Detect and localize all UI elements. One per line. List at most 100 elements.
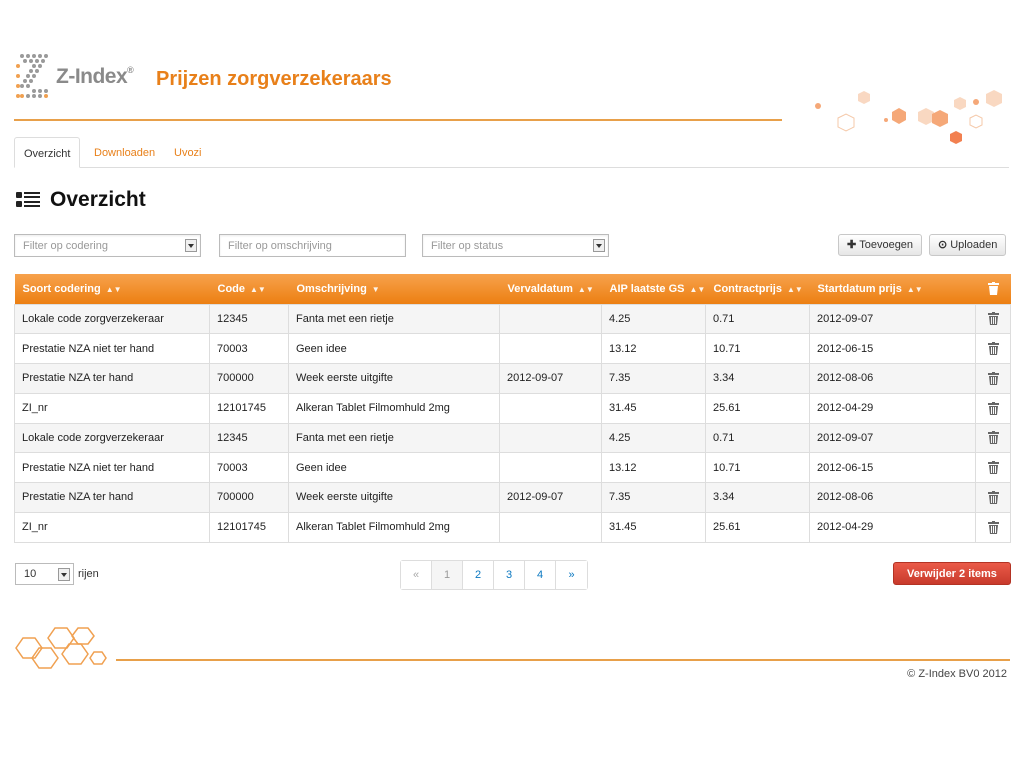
sort-icon: ▲▼	[577, 284, 594, 294]
page-heading: Overzicht	[16, 188, 146, 212]
table-row[interactable]: Prestatie NZA ter hand 700000 Week eerste …	[14, 482, 1011, 513]
table-row[interactable]: Lokale code zorgverzekeraar 12345 Fanta me…	[14, 303, 1011, 335]
filter-codering-select[interactable]: Filter op codering	[14, 234, 201, 257]
table-cell: Week eerste uitgifte	[288, 363, 500, 394]
sort-icon: ▲▼	[689, 284, 706, 294]
table-cell: 25.61	[705, 511, 810, 543]
tab-overzicht[interactable]: Overzicht	[14, 137, 81, 168]
table-cell: 7.35	[601, 482, 706, 513]
pagination-page-1[interactable]: 1	[432, 561, 463, 589]
tab-downloaden[interactable]: Downloaden	[85, 137, 164, 168]
column-header-soort-codering[interactable]: Soort codering ▲▼	[15, 274, 210, 304]
table-cell: 0.71	[705, 303, 810, 335]
delete-row-button[interactable]	[975, 482, 1011, 513]
table-cell: 2012-09-07	[499, 363, 602, 394]
table-cell: 2012-09-07	[809, 303, 976, 335]
table-cell: Prestatie NZA ter hand	[14, 363, 210, 394]
rows-per-page-value: 10	[24, 568, 37, 580]
trash-icon	[987, 461, 999, 475]
delete-selected-button[interactable]: Verwijder 2 items	[893, 562, 1011, 585]
column-header-aip-laatste-gs[interactable]: AIP laatste GS ▲▼	[602, 274, 706, 304]
table-cell: 700000	[209, 363, 289, 394]
table-row[interactable]: Prestatie NZA niet ter hand 70003 Geen ide…	[14, 333, 1011, 364]
sort-desc-icon: ▼	[371, 284, 380, 294]
delete-row-button[interactable]	[975, 333, 1011, 364]
table-row[interactable]: Prestatie NZA niet ter hand 70003 Geen ide…	[14, 452, 1011, 483]
table-cell: Prestatie NZA niet ter hand	[14, 333, 210, 364]
sort-icon: ▲▼	[250, 284, 266, 294]
table-row[interactable]: Lokale code zorgverzekeraar 12345 Fanta me…	[14, 422, 1011, 454]
filter-omschrijving-placeholder: Filter op omschrijving	[228, 240, 332, 252]
table-cell: 12101745	[209, 392, 289, 424]
table-cell: 25.61	[705, 392, 810, 424]
table-row[interactable]: Prestatie NZA ter hand 700000 Week eerste …	[14, 363, 1011, 394]
pagination-next[interactable]: »	[556, 561, 587, 589]
table-cell: Prestatie NZA niet ter hand	[14, 452, 210, 483]
pagination: « 1 2 3 4 »	[400, 560, 588, 590]
table-row[interactable]: ZI_nr 12101745 Alkeran Tablet Filmomhuld 2…	[14, 511, 1011, 543]
upload-button[interactable]: ⊙ Uploaden	[929, 234, 1007, 256]
trash-icon	[987, 490, 999, 504]
filter-codering-placeholder: Filter op codering	[23, 240, 108, 252]
column-header-vervaldatum[interactable]: Vervaldatum ▲▼	[500, 274, 602, 304]
header-divider	[14, 119, 782, 121]
pagination-page-3[interactable]: 3	[494, 561, 525, 589]
table-cell: Geen idee	[288, 452, 500, 483]
table-cell: 2012-04-29	[809, 392, 976, 424]
z-index-logo-icon	[16, 54, 48, 98]
add-button[interactable]: ✚ Toevoegen	[838, 234, 923, 256]
table-cell	[499, 452, 602, 483]
trash-icon	[987, 431, 999, 445]
table-cell: 31.45	[601, 392, 706, 424]
table-cell	[499, 392, 602, 424]
trash-icon	[987, 282, 999, 296]
rows-per-page-label: rijen	[78, 568, 99, 580]
footer-divider	[116, 659, 1010, 661]
filter-status-select[interactable]: Filter op status	[422, 234, 609, 257]
table-cell: ZI_nr	[14, 511, 210, 543]
copyright: © Z-Index BV0 2012	[907, 668, 1007, 680]
pagination-page-2[interactable]: 2	[463, 561, 494, 589]
trash-icon	[987, 371, 999, 385]
table-cell: 2012-04-29	[809, 511, 976, 543]
delete-row-button[interactable]	[975, 363, 1011, 394]
header: Z-Index® Prijzen zorgverzekeraars	[0, 0, 1024, 160]
table-cell: Lokale code zorgverzekeraar	[14, 303, 210, 335]
column-header-startdatum-prijs[interactable]: Startdatum prijs ▲▼	[810, 274, 976, 304]
table-cell: 31.45	[601, 511, 706, 543]
hexagon-outline-decoration-icon	[15, 627, 107, 669]
data-table: Soort codering ▲▼ Code ▲▼ Omschrijving ▼ Ve…	[14, 274, 1011, 543]
column-header-code[interactable]: Code ▲▼	[210, 274, 289, 304]
delete-row-button[interactable]	[975, 422, 1011, 454]
table-cell: 4.25	[601, 303, 706, 335]
tab-bar: Overzicht Downloaden Uvozi	[14, 137, 1009, 168]
logo[interactable]: Z-Index®	[14, 52, 134, 102]
trash-icon	[987, 342, 999, 356]
table-cell: 70003	[209, 333, 289, 364]
delete-all-button[interactable]	[976, 274, 1011, 304]
sort-icon: ▲▼	[786, 284, 803, 294]
table-cell: 4.25	[601, 422, 706, 454]
delete-row-button[interactable]	[975, 303, 1011, 335]
table-cell: 70003	[209, 452, 289, 483]
delete-row-button[interactable]	[975, 452, 1011, 483]
delete-row-button[interactable]	[975, 511, 1011, 543]
pagination-prev[interactable]: «	[401, 561, 432, 589]
delete-row-button[interactable]	[975, 392, 1011, 424]
table-cell: 0.71	[705, 422, 810, 454]
column-header-omschrijving[interactable]: Omschrijving ▼	[289, 274, 500, 304]
plus-icon: ✚	[847, 239, 857, 251]
trash-icon	[987, 401, 999, 415]
rows-per-page-select[interactable]: 10	[15, 563, 74, 585]
column-header-contractprijs[interactable]: Contractprijs ▲▼	[706, 274, 810, 304]
filter-omschrijving-input[interactable]: Filter op omschrijving	[219, 234, 406, 257]
table-cell: 13.12	[601, 452, 706, 483]
filter-status-placeholder: Filter op status	[431, 240, 504, 252]
tab-uvozi[interactable]: Uvozi	[165, 137, 211, 168]
table-cell: 12345	[209, 422, 289, 454]
table-row[interactable]: ZI_nr 12101745 Alkeran Tablet Filmomhuld 2…	[14, 392, 1011, 424]
trash-icon	[987, 520, 999, 534]
table-cell: Fanta met een rietje	[288, 422, 500, 454]
table-cell: 10.71	[705, 333, 810, 364]
pagination-page-4[interactable]: 4	[525, 561, 556, 589]
